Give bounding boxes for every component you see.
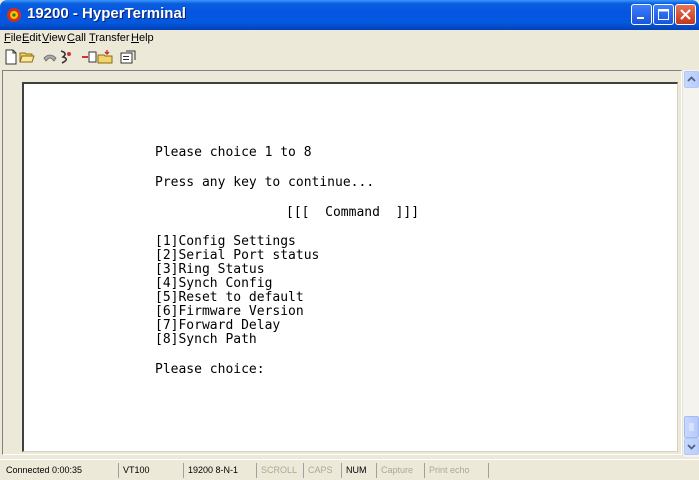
menu-option-8: [8]Synch Path bbox=[155, 332, 257, 347]
status-caps: CAPS bbox=[303, 463, 341, 478]
menu-option-4: [4]Synch Config bbox=[155, 276, 273, 291]
menu-bar: File Edit View Call Transfer Help bbox=[0, 30, 699, 47]
menu-file[interactable]: File bbox=[4, 32, 22, 44]
menu-option-2: [2]Serial Port status bbox=[155, 248, 320, 263]
menu-view[interactable]: View bbox=[42, 32, 66, 44]
status-scroll: SCROLL bbox=[256, 463, 303, 478]
status-bar: Connected 0:00:35 VT100 19200 8-N-1 SCRO… bbox=[0, 459, 699, 480]
scroll-up-button[interactable] bbox=[684, 71, 699, 88]
send-icon[interactable] bbox=[81, 49, 97, 65]
minimize-icon bbox=[637, 17, 644, 19]
scroll-thumb[interactable] bbox=[684, 416, 699, 438]
title-bar[interactable]: 19200 - HyperTerminal bbox=[0, 0, 699, 30]
status-emulation: VT100 bbox=[118, 463, 178, 478]
status-connected: Connected 0:00:35 bbox=[6, 465, 83, 475]
menu-call[interactable]: Call bbox=[67, 32, 86, 44]
chevron-up-icon bbox=[687, 76, 696, 82]
status-capture: Capture bbox=[376, 463, 424, 478]
menu-option-5: [5]Reset to default bbox=[155, 290, 304, 305]
minimize-button[interactable] bbox=[631, 4, 652, 25]
hyperterminal-app-icon[interactable] bbox=[6, 7, 22, 23]
terminal-choice-prompt: Please choice: bbox=[155, 362, 265, 377]
chevron-down-icon bbox=[687, 444, 696, 450]
scroll-down-button[interactable] bbox=[684, 438, 699, 455]
properties-icon[interactable] bbox=[120, 49, 136, 65]
maximize-button[interactable] bbox=[653, 4, 674, 25]
menu-option-6: [6]Firmware Version bbox=[155, 304, 304, 319]
new-icon[interactable] bbox=[3, 49, 19, 65]
terminal-line-choice-range: Please choice 1 to 8 bbox=[155, 145, 312, 160]
disconnect-icon[interactable] bbox=[58, 49, 74, 65]
toolbar bbox=[0, 47, 699, 67]
vertical-scrollbar[interactable] bbox=[682, 70, 699, 457]
menu-option-3: [3]Ring Status bbox=[155, 262, 265, 277]
menu-option-7: [7]Forward Delay bbox=[155, 318, 281, 333]
open-icon[interactable] bbox=[19, 49, 35, 65]
menu-help[interactable]: Help bbox=[131, 32, 154, 44]
status-port-settings: 19200 8-N-1 bbox=[183, 463, 256, 478]
menu-transfer[interactable]: Transfer bbox=[89, 32, 130, 44]
status-num: NUM bbox=[341, 463, 376, 478]
window-title: 19200 - HyperTerminal bbox=[27, 5, 186, 22]
menu-edit[interactable]: Edit bbox=[22, 32, 41, 44]
close-button[interactable] bbox=[675, 4, 696, 25]
status-print-echo: Print echo bbox=[424, 463, 488, 478]
status-divider bbox=[488, 463, 493, 478]
receive-icon[interactable] bbox=[97, 49, 113, 65]
maximize-icon bbox=[658, 9, 669, 20]
terminal-screen[interactable]: Please choice 1 to 8 Press any key to co… bbox=[22, 82, 678, 452]
terminal-line-continue: Press any key to continue... bbox=[155, 175, 375, 190]
menu-option-1: [1]Config Settings bbox=[155, 234, 296, 249]
close-icon bbox=[680, 9, 691, 20]
grip-icon bbox=[689, 423, 694, 431]
terminal-command-header: [[[ Command ]]] bbox=[286, 205, 420, 220]
connect-icon[interactable] bbox=[42, 49, 58, 65]
